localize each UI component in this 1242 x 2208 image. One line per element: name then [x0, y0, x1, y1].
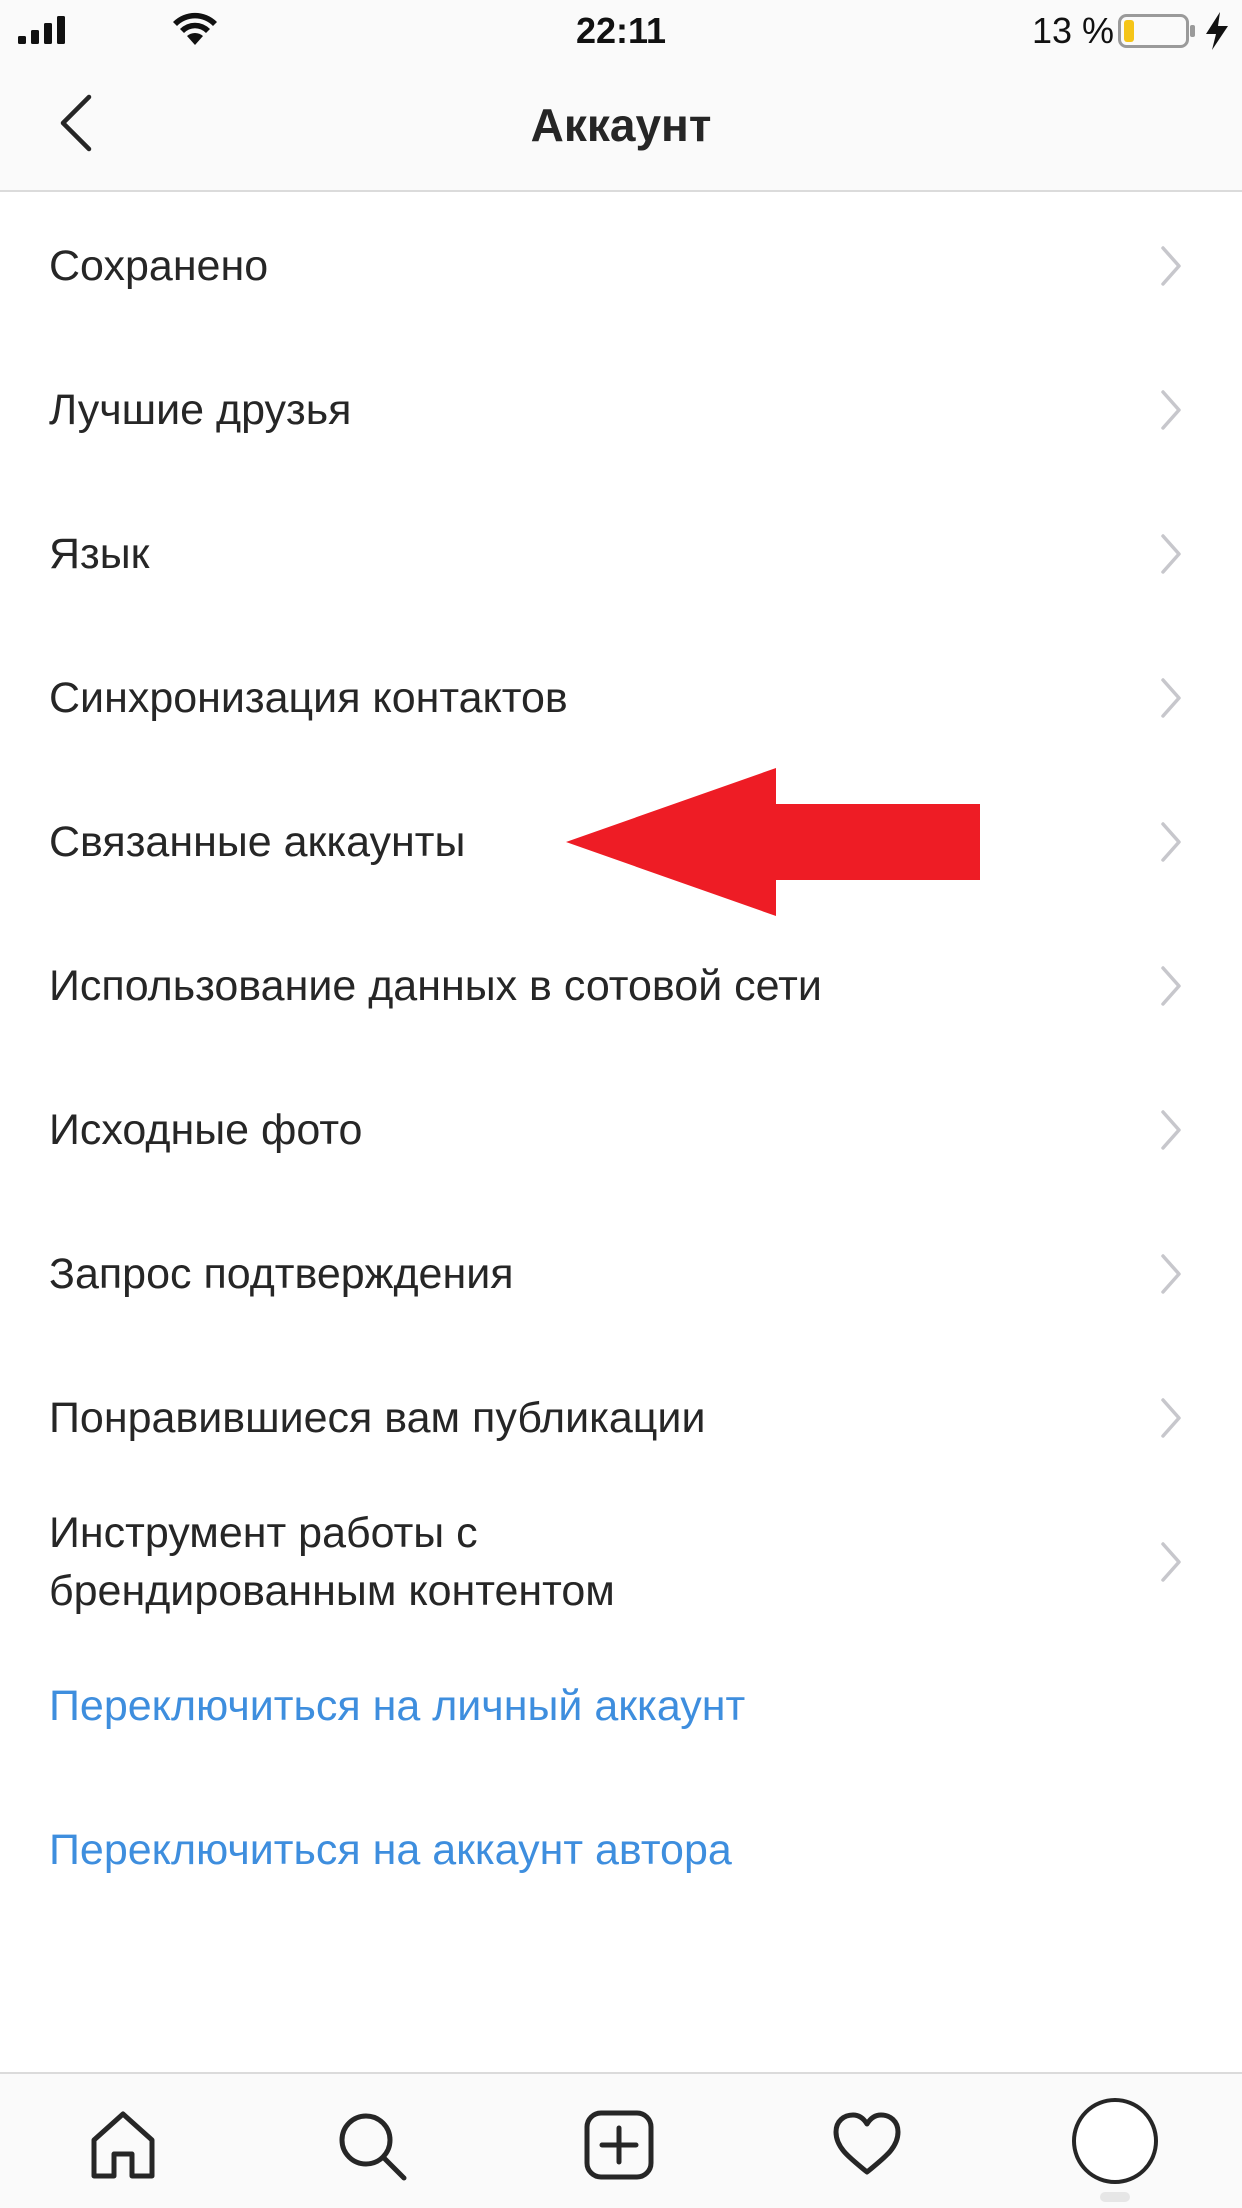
status-bar: 22:11 13 % — [0, 0, 1242, 62]
menu-item-saved[interactable]: Сохранено — [0, 194, 1242, 338]
battery-percent: 13 % — [1031, 10, 1114, 51]
menu-item-cellular-data[interactable]: Использование данных в сотовой сети — [0, 914, 1242, 1058]
tab-activity[interactable] — [822, 2100, 912, 2190]
tab-bar — [0, 2072, 1242, 2208]
red-arrow-icon — [566, 768, 980, 916]
menu-item-label: Синхронизация контактов — [49, 674, 568, 722]
battery-icon — [1118, 14, 1195, 48]
menu-item-label: Связанные аккаунты — [49, 818, 466, 866]
switch-creator-account-link[interactable]: Переключиться на аккаунт автора — [0, 1778, 1242, 1922]
page-title: Аккаунт — [530, 99, 712, 151]
chevron-right-icon — [1161, 390, 1181, 430]
chevron-right-icon — [1161, 1254, 1181, 1294]
home-icon — [91, 2111, 155, 2179]
add-icon — [584, 2110, 654, 2180]
tab-profile[interactable] — [1070, 2096, 1160, 2186]
menu-item-liked-posts[interactable]: Понравившиеся вам публикации — [0, 1346, 1242, 1490]
chevron-right-icon — [1161, 534, 1181, 574]
charging-icon — [1206, 12, 1228, 50]
menu-item-label: Лучшие друзья — [49, 386, 352, 434]
chevron-right-icon — [1161, 1110, 1181, 1150]
chevron-right-icon — [1161, 966, 1181, 1006]
menu-item-request-verification[interactable]: Запрос подтверждения — [0, 1202, 1242, 1346]
menu-item-label: Инструмент работы с брендированным конте… — [49, 1509, 615, 1615]
switch-personal-account-link[interactable]: Переключиться на личный аккаунт — [0, 1634, 1242, 1778]
settings-menu: Сохранено Лучшие друзья Язык Синхронизац… — [0, 194, 1242, 1922]
menu-item-contacts-sync[interactable]: Синхронизация контактов — [0, 626, 1242, 770]
menu-item-original-photos[interactable]: Исходные фото — [0, 1058, 1242, 1202]
tab-search[interactable] — [326, 2100, 416, 2190]
chevron-right-icon — [1161, 1542, 1181, 1582]
menu-item-label: Исходные фото — [49, 1106, 363, 1154]
menu-item-close-friends[interactable]: Лучшие друзья — [0, 338, 1242, 482]
chevron-right-icon — [1161, 678, 1181, 718]
menu-item-label: Понравившиеся вам публикации — [49, 1394, 706, 1442]
chevron-right-icon — [1161, 822, 1181, 862]
chevron-right-icon — [1161, 1398, 1181, 1438]
profile-icon — [1072, 2098, 1158, 2184]
link-label: Переключиться на личный аккаунт — [49, 1681, 746, 1730]
nav-bar: Аккаунт — [0, 62, 1242, 192]
menu-item-branded-content[interactable]: Инструмент работы с брендированным конте… — [0, 1490, 1242, 1634]
menu-item-label: Использование данных в сотовой сети — [49, 962, 822, 1010]
menu-item-label: Запрос подтверждения — [49, 1250, 514, 1298]
tab-add[interactable] — [574, 2100, 664, 2190]
chevron-right-icon — [1161, 246, 1181, 286]
link-label: Переключиться на аккаунт автора — [49, 1825, 732, 1874]
menu-item-label: Сохранено — [49, 242, 269, 290]
home-indicator — [1100, 2192, 1130, 2202]
heart-icon — [833, 2112, 901, 2175]
menu-item-label: Язык — [49, 530, 150, 578]
search-icon — [339, 2113, 407, 2181]
tab-home[interactable] — [78, 2100, 168, 2190]
menu-item-language[interactable]: Язык — [0, 482, 1242, 626]
